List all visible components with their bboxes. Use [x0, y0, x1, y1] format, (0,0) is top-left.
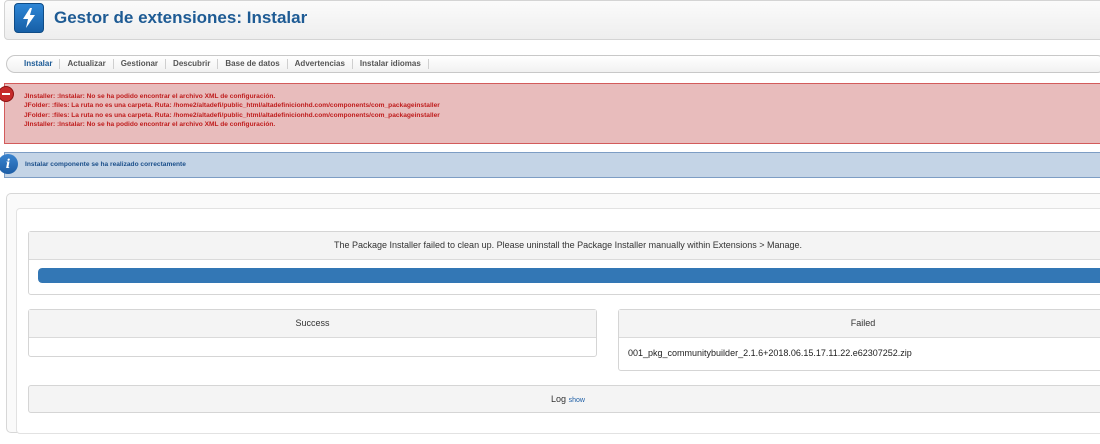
tab-instalar-idiomas[interactable]: Instalar idiomas [353, 59, 429, 69]
page-title: Gestor de extensiones: Instalar [54, 8, 308, 27]
log-show-link[interactable]: show [569, 397, 585, 404]
joomla-bolt-icon [14, 3, 44, 33]
tab-descubrir[interactable]: Descubrir [166, 59, 219, 69]
status-box: The Package Installer failed to clean up… [28, 231, 1100, 295]
success-header: Success [29, 310, 596, 338]
tab-gestionar[interactable]: Gestionar [114, 59, 167, 69]
status-message: The Package Installer failed to clean up… [29, 232, 1100, 260]
error-messages: JInstaller: :Instalar: No se ha podido e… [24, 92, 440, 129]
progress-fill [38, 268, 1100, 283]
tab-bar: Instalar Actualizar Gestionar Descubrir … [6, 55, 1100, 73]
error-line: JInstaller: :Instalar: No se ha podido e… [24, 120, 276, 128]
tab-advertencias[interactable]: Advertencias [288, 59, 353, 69]
success-box: Success [28, 309, 597, 357]
log-box: Log show [28, 385, 1100, 413]
failed-file-item: 001_pkg_communitybuilder_2.1.6+2018.06.1… [628, 348, 912, 358]
error-line: JFolder: :files: La ruta no es una carpe… [24, 111, 440, 119]
tab-actualizar[interactable]: Actualizar [60, 59, 114, 69]
info-message: Instalar componente se ha realizado corr… [25, 161, 186, 168]
failed-header: Failed [619, 310, 1100, 338]
tab-base-de-datos[interactable]: Base de datos [218, 59, 288, 69]
failed-box: Failed [618, 309, 1100, 371]
error-line: JInstaller: :Instalar: No se ha podido e… [24, 93, 276, 100]
log-label: Log [551, 394, 567, 404]
tab-instalar[interactable]: Instalar [17, 59, 61, 69]
install-progress-bar [38, 268, 1100, 283]
error-line: JFolder: :files: La ruta no es una carpe… [24, 102, 440, 110]
